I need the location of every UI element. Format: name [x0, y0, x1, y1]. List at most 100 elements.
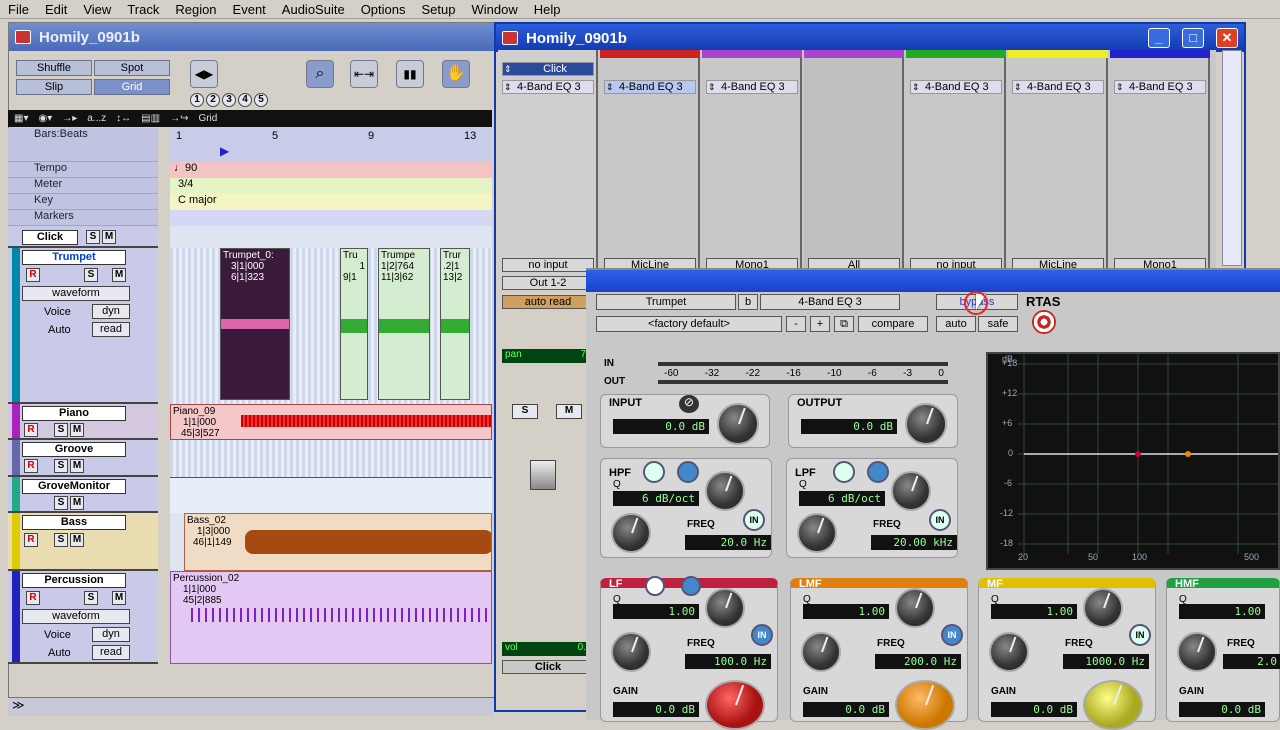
phase-invert-icon[interactable]: ⊘	[679, 395, 699, 413]
tab-to-transient-icon[interactable]: →↪	[170, 113, 188, 124]
automation-mode-selector[interactable]: read	[92, 322, 130, 337]
scroll-bar[interactable]: ≫	[8, 698, 494, 716]
mute-button[interactable]: M	[112, 268, 126, 282]
arrange-area[interactable]: 1 5 9 13 ▶ ♩90 3/4 C major Trumpet_0: 3|1…	[170, 128, 492, 664]
ruler-tempo[interactable]: Tempo	[8, 162, 158, 178]
output-gain-knob[interactable]	[905, 403, 947, 445]
zoom-preset-5[interactable]: 5	[254, 93, 268, 107]
hpf-q-knob[interactable]	[705, 471, 745, 511]
sort-button[interactable]: a...z	[87, 113, 106, 124]
lpf-shape-icon[interactable]	[867, 461, 889, 483]
mf-freq-knob[interactable]	[989, 632, 1029, 672]
zoom-preset-3[interactable]: 3	[222, 93, 236, 107]
track-name-percussion[interactable]: Percussion	[22, 573, 126, 588]
hpf-shape-icon[interactable]	[677, 461, 699, 483]
track-name-grovemonitor[interactable]: GroveMonitor	[22, 479, 126, 494]
solo-button[interactable]: S	[54, 496, 68, 510]
lf-in-button[interactable]: IN	[751, 624, 773, 646]
track-name-piano[interactable]: Piano	[22, 406, 126, 421]
clip-trumpet-4[interactable]: Trur .2|1 13|2	[440, 248, 470, 400]
lpf-type-icon[interactable]	[833, 461, 855, 483]
clip-trumpet-1[interactable]: Trumpet_0: 3|1|000 6|1|323	[220, 248, 290, 400]
record-button[interactable]: R	[26, 268, 40, 282]
solo-button[interactable]: S	[84, 268, 98, 282]
mute-button[interactable]: M	[102, 230, 116, 244]
track-name-click[interactable]: Click	[22, 230, 78, 245]
zoomer-tool[interactable]: ⌕	[306, 60, 334, 88]
shuffle-mode-button[interactable]: Shuffle	[16, 60, 92, 76]
mix-window-titlebar[interactable]: Homily_0901b _ □ ✕	[496, 24, 1244, 52]
lmf-q-knob[interactable]	[895, 588, 935, 628]
insert-slot[interactable]: 4-Band EQ 3	[910, 80, 1002, 94]
automation-mode-selector[interactable]: read	[92, 645, 130, 660]
ruler-meter[interactable]: Meter	[8, 178, 158, 194]
lmf-gain-knob[interactable]	[895, 680, 955, 730]
voice-selector[interactable]: dyn	[92, 304, 130, 319]
preset-selector[interactable]: <factory default>	[596, 316, 782, 332]
menu-help[interactable]: Help	[526, 2, 569, 17]
menu-view[interactable]: View	[75, 2, 119, 17]
mute-button[interactable]: M	[70, 423, 84, 437]
insert-slot[interactable]: 4-Band EQ 3	[706, 80, 798, 94]
track-name-groove[interactable]: Groove	[22, 442, 126, 457]
solo-button[interactable]: S	[86, 230, 100, 244]
preset-next-button[interactable]: +	[810, 316, 830, 332]
hmf-freq-knob[interactable]	[1177, 632, 1217, 672]
target-icon[interactable]	[1032, 310, 1056, 334]
menu-setup[interactable]: Setup	[414, 2, 464, 17]
bars-ruler[interactable]: 1 5 9 13 ▶	[170, 128, 492, 162]
clip-bass[interactable]: Bass_02 1|3|000 46|1|149	[184, 513, 492, 571]
menu-track[interactable]: Track	[119, 2, 167, 17]
insert-slot[interactable]: 4-Band EQ 3	[502, 80, 594, 94]
track-name-bass[interactable]: Bass	[22, 515, 126, 530]
solo-button[interactable]: S	[512, 404, 538, 419]
mute-button[interactable]: M	[70, 459, 84, 473]
tempo-lane[interactable]: ♩90	[170, 162, 492, 178]
zoom-tool[interactable]: ◀▶	[190, 60, 218, 88]
plugin-titlebar[interactable]	[586, 270, 1280, 292]
key-lane[interactable]: C major	[170, 194, 492, 210]
lf-shelf-icon[interactable]	[645, 576, 665, 596]
trim-tool[interactable]: ⇤⇥	[350, 60, 378, 88]
lf-gain-knob[interactable]	[705, 680, 765, 730]
record-button[interactable]: R	[24, 459, 38, 473]
plugin-auto-button[interactable]: auto	[936, 316, 976, 332]
hpf-type-icon[interactable]	[643, 461, 665, 483]
marker-icon[interactable]: ◉▾	[38, 113, 52, 124]
eq-curve-graph[interactable]: dB +18 +12 +6 0 -6 -12 -18 20 50 100 500	[986, 352, 1280, 570]
strip-name[interactable]: Click	[502, 62, 594, 76]
preset-prev-button[interactable]: -	[786, 316, 806, 332]
output-selector[interactable]: Out 1-2	[502, 276, 594, 290]
clip-trumpet-3[interactable]: Trumpe 1|2|764 11|3|62	[378, 248, 430, 400]
lmf-in-button[interactable]: IN	[941, 624, 963, 646]
tab-icon[interactable]: ▤▥	[141, 113, 160, 124]
clip-piano[interactable]: Piano_09 1|1|000 45|3|527	[170, 404, 492, 440]
insert-slot[interactable]: 4-Band EQ 3	[604, 80, 696, 94]
menu-edit[interactable]: Edit	[37, 2, 75, 17]
grabber-tool[interactable]: ✋	[442, 60, 470, 88]
mixer-scrollbar[interactable]	[1222, 50, 1242, 266]
plugin-track-selector[interactable]: Trumpet	[596, 294, 736, 310]
menu-event[interactable]: Event	[225, 2, 274, 17]
insert-slot[interactable]: 4-Band EQ 3	[1114, 80, 1206, 94]
slip-mode-button[interactable]: Slip	[16, 79, 92, 95]
mute-button[interactable]: M	[112, 591, 126, 605]
zoom-preset-4[interactable]: 4	[238, 93, 252, 107]
compare-button[interactable]: compare	[858, 316, 928, 332]
track-view-selector[interactable]: waveform	[22, 286, 130, 301]
solo-button[interactable]: S	[84, 591, 98, 605]
track-name-trumpet[interactable]: Trumpet	[22, 250, 126, 265]
minimize-button[interactable]: _	[1148, 28, 1170, 48]
menu-audiosuite[interactable]: AudioSuite	[274, 2, 353, 17]
edit-window-titlebar[interactable]: Homily_0901b	[9, 23, 497, 51]
meter-lane[interactable]: 3/4	[170, 178, 492, 194]
maximize-button[interactable]: □	[1182, 28, 1204, 48]
close-button[interactable]: ✕	[1216, 28, 1238, 48]
grid-mode-button[interactable]: Grid	[94, 79, 170, 95]
insert-slot[interactable]: 4-Band EQ 3	[1012, 80, 1104, 94]
lpf-q-knob[interactable]	[891, 471, 931, 511]
voice-selector[interactable]: dyn	[92, 627, 130, 642]
mute-button[interactable]: M	[70, 533, 84, 547]
lf-freq-knob[interactable]	[611, 632, 651, 672]
solo-button[interactable]: S	[54, 533, 68, 547]
